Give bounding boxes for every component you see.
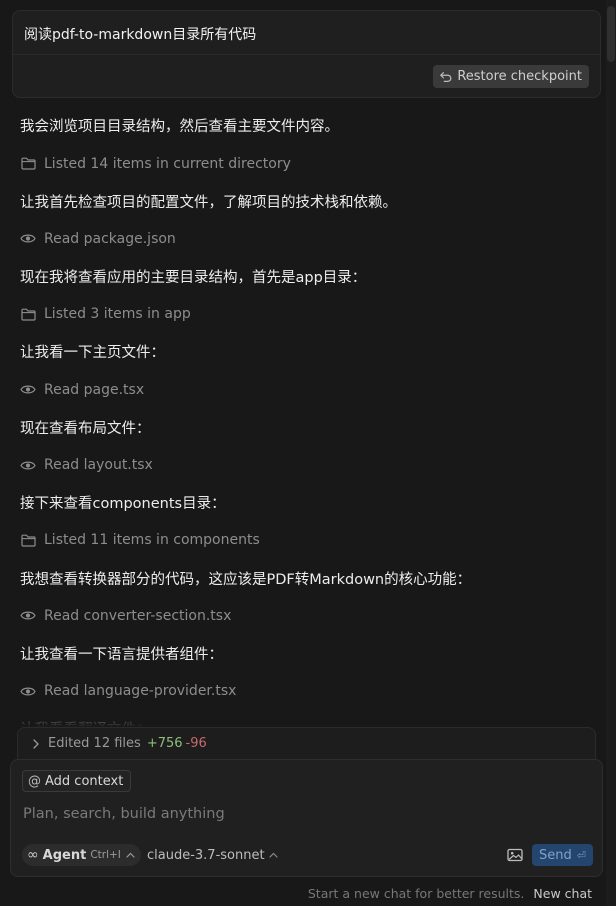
mode-shortcut: Ctrl+I	[90, 849, 121, 861]
chat-composer: @ Add context ∞ Agent Ctrl+I claude-3.7-…	[10, 759, 603, 877]
agent-mode-selector[interactable]: ∞ Agent Ctrl+I	[22, 844, 141, 866]
agent-message-text: 现在查看布局文件：	[20, 420, 151, 437]
edited-files-label: Edited 12 files	[48, 736, 141, 751]
add-context-label: Add context	[45, 773, 124, 789]
lines-removed: -96	[185, 736, 207, 751]
folder-icon	[20, 306, 36, 322]
scrollbar-track[interactable]	[606, 0, 616, 906]
tool-call-label: Read package.json	[44, 230, 176, 247]
user-message-card[interactable]: 阅读pdf-to-markdown目录所有代码 Restore checkpoi…	[12, 10, 601, 98]
infinity-icon: ∞	[27, 847, 39, 863]
undo-icon	[440, 71, 452, 82]
agent-message-text: 我想查看转换器部分的代码，这应该是PDF转Markdown的核心功能：	[20, 571, 472, 588]
attach-image-button[interactable]	[506, 846, 524, 864]
mode-label: Agent	[42, 847, 87, 863]
tool-call-label: Read page.tsx	[44, 381, 145, 398]
agent-message-text: 我会浏览项目目录结构，然后查看主要文件内容。	[20, 119, 339, 136]
agent-message: 接下来查看components目录：	[20, 484, 600, 522]
agent-message-text: 让我首先检查项目的配置文件，了解项目的技术栈和依赖。	[20, 194, 397, 211]
eye-icon	[20, 382, 36, 398]
lines-added: +756	[146, 736, 183, 751]
restore-checkpoint-label: Restore checkpoint	[457, 69, 582, 84]
chevron-up-icon	[268, 852, 278, 858]
folder-icon	[20, 156, 36, 172]
agent-message: 我想查看转换器部分的代码，这应该是PDF转Markdown的核心功能：	[20, 559, 600, 597]
model-selector[interactable]: claude-3.7-sonnet	[147, 844, 278, 866]
model-label: claude-3.7-sonnet	[147, 847, 265, 863]
footer: Start a new chat for better results. New…	[308, 886, 592, 901]
prompt-input[interactable]	[21, 802, 591, 826]
folder-icon	[20, 532, 36, 548]
add-context-button[interactable]: @ Add context	[22, 770, 132, 792]
eye-icon	[20, 457, 36, 473]
tool-call-label: Listed 3 items in app	[44, 306, 191, 323]
tool-call-label: Read language-provider.tsx	[44, 683, 237, 700]
tool-call-row[interactable]: Listed 11 items in components	[20, 522, 600, 560]
eye-icon	[20, 683, 36, 699]
agent-message: 让我首先检查项目的配置文件，了解项目的技术栈和依赖。	[20, 182, 600, 220]
agent-message-text: 接下来查看components目录：	[20, 496, 226, 513]
agent-message: 让我看一下主页文件：	[20, 333, 600, 371]
agent-message: 现在查看布局文件：	[20, 409, 600, 447]
tool-call-row[interactable]: Listed 3 items in app	[20, 295, 600, 333]
eye-icon	[20, 608, 36, 624]
edited-files-bar[interactable]: Edited 12 files +756 -96	[17, 727, 596, 759]
send-button[interactable]: Send ⏎	[532, 844, 593, 866]
agent-conversation: 我会浏览项目目录结构，然后查看主要文件内容。 Listed 14 items in…	[0, 107, 606, 727]
enter-icon: ⏎	[576, 848, 586, 862]
agent-message-text: 让我查看一下语言提供者组件：	[20, 646, 223, 663]
conversation-fade	[0, 705, 606, 727]
agent-message-text: 现在我将查看应用的主要目录结构，首先是app目录：	[20, 270, 367, 287]
conversation-list: 我会浏览项目目录结构，然后查看主要文件内容。 Listed 14 items in…	[20, 107, 600, 727]
user-message-text: 阅读pdf-to-markdown目录所有代码	[24, 27, 257, 43]
chevron-right-icon	[33, 738, 39, 749]
tool-call-label: Listed 11 items in components	[44, 532, 260, 549]
tool-call-row[interactable]: Listed 14 items in current directory	[20, 145, 600, 183]
chevron-up-icon	[126, 852, 135, 858]
image-icon	[507, 848, 523, 862]
tool-call-label: Read layout.tsx	[44, 457, 153, 474]
agent-message: 现在我将查看应用的主要目录结构，首先是app目录：	[20, 258, 600, 296]
agent-message-text: 让我看一下主页文件：	[20, 345, 165, 362]
card-divider	[13, 54, 600, 55]
agent-message: 让我查看一下语言提供者组件：	[20, 635, 600, 673]
tool-call-row[interactable]: Read layout.tsx	[20, 446, 600, 484]
tool-call-row[interactable]: Read converter-section.tsx	[20, 597, 600, 635]
at-icon: @	[28, 773, 41, 789]
restore-checkpoint-button[interactable]: Restore checkpoint	[433, 65, 589, 88]
new-chat-link[interactable]: New chat	[533, 886, 592, 901]
tool-call-row[interactable]: Read package.json	[20, 220, 600, 258]
tool-call-row[interactable]: Read page.tsx	[20, 371, 600, 409]
agent-message: 我会浏览项目目录结构，然后查看主要文件内容。	[20, 107, 600, 145]
scrollbar-thumb[interactable]	[607, 6, 615, 62]
eye-icon	[20, 231, 36, 247]
tool-call-label: Listed 14 items in current directory	[44, 155, 291, 172]
send-label: Send	[539, 847, 572, 863]
footer-hint: Start a new chat for better results.	[307, 886, 525, 901]
tool-call-label: Read converter-section.tsx	[44, 607, 232, 624]
